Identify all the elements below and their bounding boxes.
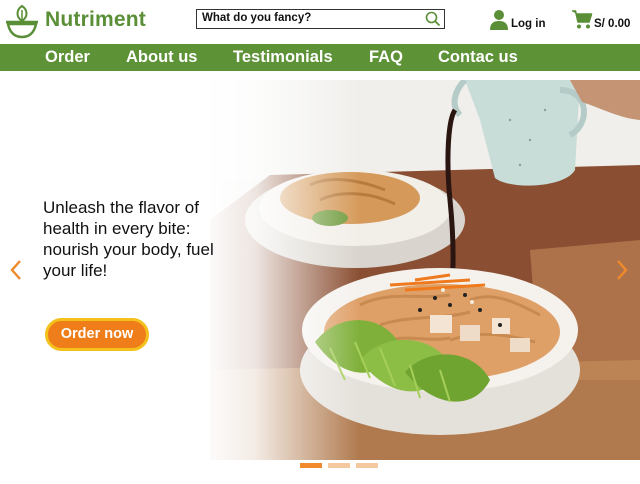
chevron-right-icon[interactable] — [615, 258, 629, 282]
carousel-dot-2[interactable] — [328, 463, 350, 468]
login-link[interactable]: Log in — [511, 18, 546, 30]
nav-item-contact-us[interactable]: Contac us — [438, 48, 518, 67]
bowl-leaf-icon[interactable] — [4, 2, 40, 40]
main-nav: Order About us Testimonials FAQ Contac u… — [0, 44, 640, 71]
nav-item-about-us[interactable]: About us — [126, 48, 198, 67]
header: Nutriment What do you fancy? Log in S/ 0… — [0, 0, 640, 44]
chevron-left-icon[interactable] — [9, 258, 23, 282]
nav-item-order[interactable]: Order — [45, 48, 90, 67]
hero-carousel: Unleash the flavor of health in every bi… — [0, 80, 640, 460]
carousel-dot-1[interactable] — [300, 463, 322, 468]
cart-total[interactable]: S/ 0.00 — [594, 18, 630, 30]
order-now-button[interactable]: Order now — [45, 318, 149, 351]
cart-icon[interactable] — [571, 8, 593, 30]
nav-item-testimonials[interactable]: Testimonials — [233, 48, 333, 67]
user-icon[interactable] — [489, 9, 509, 31]
carousel-dot-3[interactable] — [356, 463, 378, 468]
search-input[interactable]: What do you fancy? — [196, 9, 445, 29]
brand-name[interactable]: Nutriment — [45, 8, 146, 32]
hero-headline: Unleash the flavor of health in every bi… — [43, 198, 214, 280]
search-icon[interactable] — [425, 11, 441, 27]
search-placeholder: What do you fancy? — [202, 12, 312, 24]
nav-item-faq[interactable]: FAQ — [369, 48, 403, 67]
